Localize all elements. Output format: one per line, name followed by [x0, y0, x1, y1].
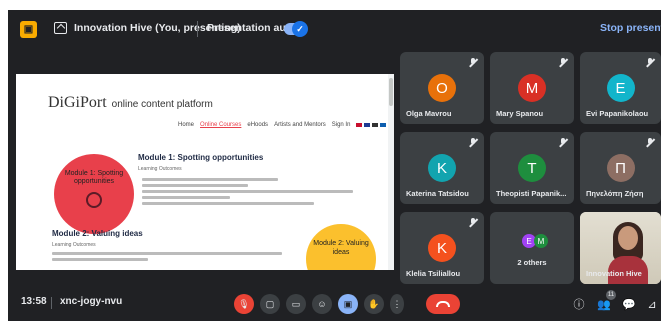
stop-presenting-button[interactable]: Stop presenting — [600, 22, 661, 34]
present-icon[interactable]: ▣ — [338, 294, 358, 314]
learning-outcomes-label: Learning Outcomes — [52, 242, 96, 248]
mic-off-icon — [645, 138, 655, 148]
module2-circle[interactable]: Module 2: Valuing ideas — [306, 224, 376, 270]
module1-title: Module 1: Spotting opportunities — [138, 153, 264, 162]
flag-icon[interactable] — [364, 123, 371, 127]
slides-icon[interactable]: ▣ — [20, 21, 37, 38]
flag-icon[interactable] — [380, 123, 387, 127]
participant-tile[interactable]: K Katerina Tatsidou — [400, 132, 484, 204]
text-line — [52, 258, 148, 261]
shared-screen: DiGiPort online content platform Home On… — [16, 74, 394, 270]
mic-off-icon — [558, 58, 568, 68]
end-call-button[interactable] — [426, 294, 460, 314]
avatar: M — [518, 74, 546, 102]
mic-off-icon — [468, 138, 478, 148]
participant-name: Innovation Hive — [586, 269, 642, 278]
clock: 13:58 — [21, 296, 47, 307]
mic-off-icon — [645, 58, 655, 68]
check-icon: ✓ — [292, 21, 308, 37]
module1-bullets — [142, 178, 362, 208]
divider — [51, 297, 52, 309]
flag-icon[interactable] — [372, 123, 379, 127]
avatar: M — [534, 234, 548, 248]
self-video-tile[interactable]: Innovation Hive — [580, 212, 661, 284]
site-nav: Home Online Courses eHoods Artists and M… — [178, 122, 387, 128]
logo-text: DiGiPort — [48, 94, 107, 111]
others-avatars: E M — [522, 234, 548, 248]
nav-online-courses[interactable]: Online Courses — [200, 122, 241, 128]
chat-icon[interactable]: 💬 — [621, 296, 637, 312]
participant-name: Katerina Tatsidou — [406, 189, 469, 198]
scrollbar-thumb[interactable] — [389, 78, 393, 106]
digiport-logo: DiGiPort online content platform — [48, 94, 213, 112]
captions-icon[interactable]: ▭ — [286, 294, 306, 314]
mic-off-icon[interactable]: 🎙 — [234, 294, 254, 314]
target-icon — [86, 192, 102, 208]
participant-tile[interactable]: K Klelia Tsiliallou — [400, 212, 484, 284]
participant-name: Mary Spanou — [496, 109, 544, 118]
module2-title: Module 2: Valuing ideas — [52, 229, 143, 238]
mic-off-icon — [468, 218, 478, 228]
text-line — [142, 184, 248, 187]
meet-window: ▣ Innovation Hive (You, presenting) Pres… — [8, 10, 661, 321]
top-bar: ▣ Innovation Hive (You, presenting) Pres… — [8, 10, 661, 48]
bottom-bar: 13:58 xnc-jogy-nvu 🎙 ▢ ▭ ☺ ▣ ✋ ⋮ ⓘ 👥 11 … — [8, 288, 661, 321]
phone-hangup-icon — [436, 301, 450, 307]
present-screen-icon — [54, 22, 67, 34]
participant-tile[interactable]: T Theopisti Papanik... — [490, 132, 574, 204]
participant-tile[interactable]: E Evi Papanikolaou — [580, 52, 661, 124]
participant-tile[interactable]: O Olga Mavrou — [400, 52, 484, 124]
text-line — [52, 252, 283, 255]
person-face — [618, 226, 638, 250]
raise-hand-icon[interactable]: ✋ — [364, 294, 384, 314]
emoji-icon[interactable]: ☺ — [312, 294, 332, 314]
others-label: 2 others — [517, 258, 547, 267]
language-flags[interactable] — [356, 122, 387, 128]
others-tile[interactable]: E M 2 others — [490, 212, 574, 284]
module2-circle-label: Module 2: Valuing ideas — [313, 240, 369, 256]
avatar: E — [606, 74, 635, 102]
avatar: K — [428, 234, 456, 262]
presentation-audio-toggle[interactable]: ✓ — [284, 21, 308, 37]
info-icon[interactable]: ⓘ — [571, 296, 587, 312]
text-line — [142, 196, 230, 199]
learning-outcomes-label: Learning Outcomes — [138, 166, 182, 172]
avatar: O — [428, 74, 456, 102]
text-line — [142, 202, 314, 205]
module2-bullets — [52, 252, 292, 264]
camera-icon[interactable]: ▢ — [260, 294, 280, 314]
scrollbar[interactable] — [388, 74, 394, 270]
nav-home[interactable]: Home — [178, 122, 194, 128]
module1-circle[interactable]: Module 1: Spotting opportunities — [54, 154, 134, 234]
avatar: T — [518, 154, 546, 182]
avatar: Π — [606, 154, 635, 182]
mic-off-icon — [468, 58, 478, 68]
participant-name: Πηνελόπη Ζήση — [586, 189, 644, 198]
avatar: K — [428, 154, 456, 182]
divider — [197, 21, 198, 37]
participant-name: Theopisti Papanik... — [496, 189, 567, 198]
participant-tile[interactable]: Π Πηνελόπη Ζήση — [580, 132, 661, 204]
participant-name: Klelia Tsiliallou — [406, 269, 461, 278]
activities-icon[interactable]: ⊿ — [644, 296, 660, 312]
nav-sign-in[interactable]: Sign In — [332, 122, 351, 128]
nav-artists-mentors[interactable]: Artists and Mentors — [274, 122, 326, 128]
logo-tagline: online content platform — [111, 99, 213, 110]
text-line — [142, 178, 279, 181]
participant-name: Evi Papanikolaou — [586, 109, 649, 118]
flag-icon[interactable] — [356, 123, 363, 127]
mic-off-icon — [558, 138, 568, 148]
nav-ehoods[interactable]: eHoods — [247, 122, 268, 128]
meeting-code: xnc-jogy-nvu — [60, 296, 123, 307]
text-line — [142, 190, 354, 193]
participant-name: Olga Mavrou — [406, 109, 452, 118]
more-icon[interactable]: ⋮ — [390, 294, 404, 314]
module1-circle-label: Module 1: Spotting opportunities — [64, 170, 124, 186]
participant-count-badge: 11 — [606, 290, 616, 300]
participant-tile[interactable]: M Mary Spanou — [490, 52, 574, 124]
